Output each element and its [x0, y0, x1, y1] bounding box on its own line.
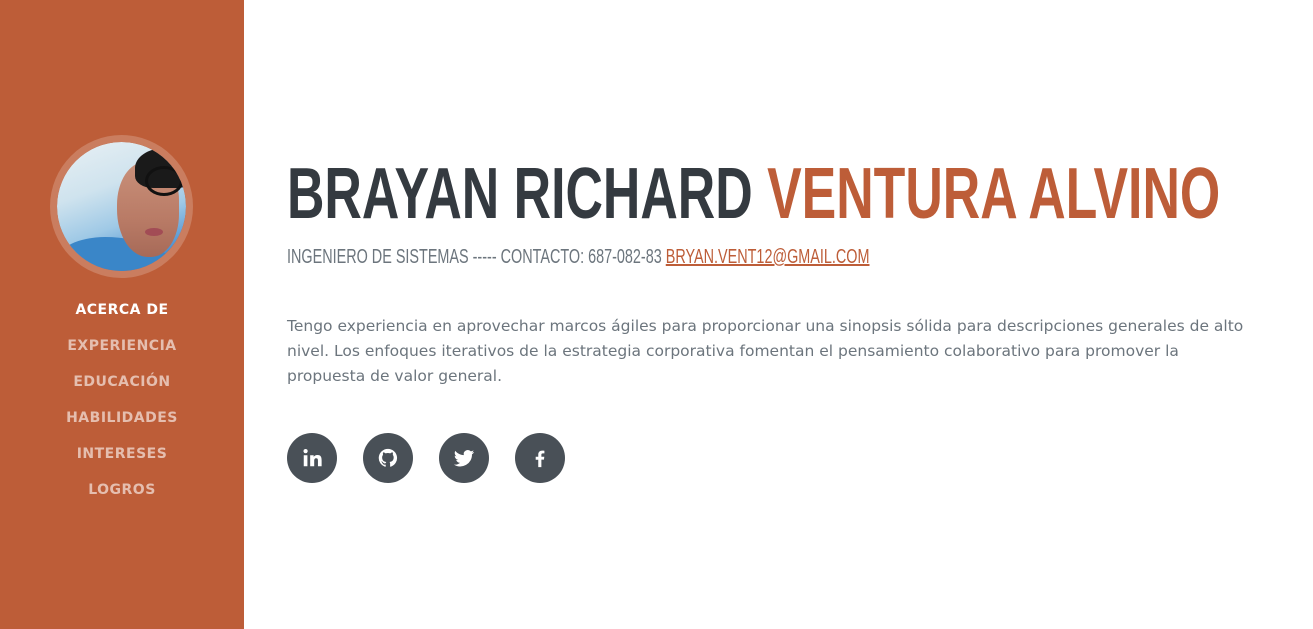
nav-item-acerca-de[interactable]: ACERCA DE: [0, 298, 244, 334]
page-title: BRAYAN RICHARD VENTURA ALVINO: [287, 150, 1220, 238]
about-text: Tengo experiencia en aprovechar marcos á…: [287, 317, 1244, 385]
facebook-icon: [535, 450, 545, 468]
github-icon: [378, 448, 398, 467]
avatar: [50, 135, 193, 278]
email-link[interactable]: BRYAN.VENT12@GMAIL.COM: [666, 246, 870, 268]
profile-photo: [57, 142, 186, 271]
subheading: INGENIERO DE SISTEMAS ----- CONTACTO: 68…: [287, 244, 869, 270]
nav-item-habilidades[interactable]: HABILIDADES: [0, 406, 244, 442]
nav-item-experiencia[interactable]: EXPERIENCIA: [0, 334, 244, 370]
github-button[interactable]: [363, 433, 413, 483]
first-name: BRAYAN RICHARD: [287, 154, 753, 234]
social-icons: [287, 433, 565, 483]
twitter-button[interactable]: [439, 433, 489, 483]
linkedin-icon: [303, 449, 322, 467]
linkedin-button[interactable]: [287, 433, 337, 483]
nav-item-logros[interactable]: LOGROS: [0, 478, 244, 514]
facebook-button[interactable]: [515, 433, 565, 483]
subheading-text: INGENIERO DE SISTEMAS ----- CONTACTO: 68…: [287, 246, 662, 268]
sidebar: ACERCA DE EXPERIENCIA EDUCACIÓN HABILIDA…: [0, 0, 244, 629]
last-name: VENTURA ALVINO: [767, 154, 1221, 234]
nav-item-intereses[interactable]: INTERESES: [0, 442, 244, 478]
sidebar-nav: ACERCA DE EXPERIENCIA EDUCACIÓN HABILIDA…: [0, 298, 244, 514]
nav-item-educacion[interactable]: EDUCACIÓN: [0, 370, 244, 406]
twitter-icon: [453, 450, 475, 467]
